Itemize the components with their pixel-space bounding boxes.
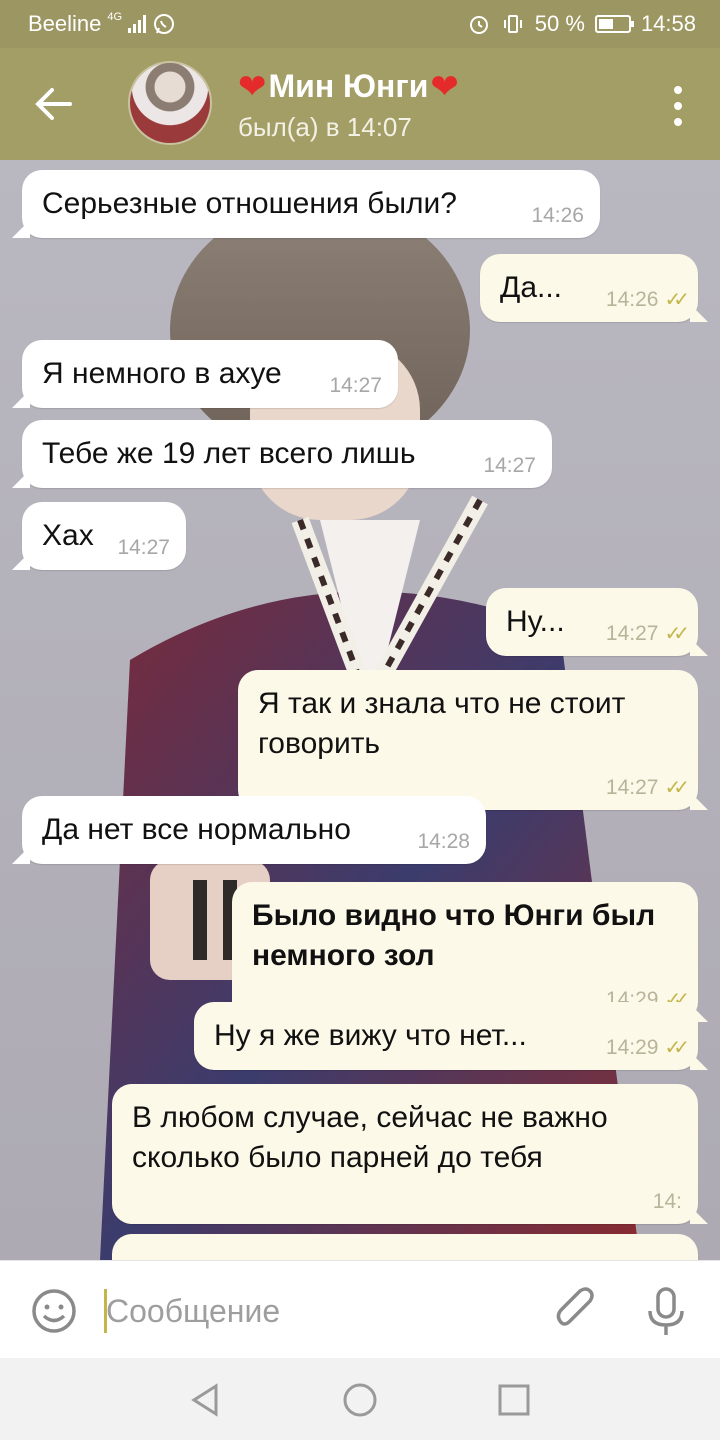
message-text: Хах bbox=[42, 519, 94, 552]
message-time: 14:27 bbox=[329, 374, 382, 397]
outgoing-message-partial[interactable] bbox=[112, 1234, 698, 1260]
message-composer bbox=[0, 1260, 720, 1358]
message-time: 14:27 bbox=[117, 536, 170, 559]
paperclip-icon[interactable] bbox=[552, 1285, 600, 1337]
more-vert-icon[interactable] bbox=[672, 86, 684, 126]
whatsapp-icon bbox=[154, 14, 175, 34]
outgoing-message[interactable]: Было видно что Юнги был немного зол 14:29… bbox=[232, 882, 708, 1022]
message-text: Тебе же 19 лет всего лишь bbox=[42, 437, 416, 470]
incoming-message[interactable]: Хах 14:27 bbox=[12, 502, 186, 570]
network-type: 4G bbox=[107, 11, 123, 23]
vibrate-icon bbox=[503, 15, 522, 33]
message-meta: 14:27 bbox=[483, 454, 536, 478]
message-meta: 14:26 ✓✓ bbox=[605, 288, 690, 312]
alarm-icon bbox=[469, 16, 488, 34]
battery-percent: 50 % bbox=[534, 11, 585, 36]
message-text: Серьезные отношения были? bbox=[42, 187, 457, 220]
heart-icon: ❤ bbox=[238, 67, 267, 106]
message-time: 14:27 bbox=[605, 622, 659, 645]
carrier-name: Beeline bbox=[28, 11, 102, 36]
message-meta: 14:28 bbox=[417, 830, 470, 854]
outgoing-message[interactable]: В любом случае, сейчас не важно сколько … bbox=[112, 1084, 708, 1224]
message-text: Да нет все нормально bbox=[42, 813, 351, 846]
signal-icon bbox=[128, 15, 147, 33]
message-meta: 14:29 ✓✓ bbox=[605, 1036, 690, 1060]
double-check-icon: ✓✓ bbox=[664, 1037, 689, 1059]
message-meta: 14:27 bbox=[117, 536, 170, 560]
contact-name-text: Мин Юнги bbox=[268, 68, 429, 104]
heart-icon: ❤ bbox=[430, 67, 459, 106]
incoming-message[interactable]: Я немного в ахуе 14:27 bbox=[12, 340, 398, 408]
message-time: 14:26 bbox=[531, 204, 584, 227]
message-time: 14:27 bbox=[483, 454, 536, 477]
smiley-icon[interactable] bbox=[30, 1287, 78, 1335]
incoming-message[interactable]: Тебе же 19 лет всего лишь 14:27 bbox=[12, 420, 552, 488]
incoming-message[interactable]: Серьезные отношения были? 14:26 bbox=[12, 170, 600, 238]
home-circle-icon[interactable] bbox=[340, 1380, 380, 1420]
status-bar: Beeline 4G 50 % 14:58 bbox=[0, 0, 720, 48]
microphone-icon[interactable] bbox=[646, 1285, 686, 1337]
message-text: Да... bbox=[500, 271, 563, 304]
message-time: 14: bbox=[652, 1190, 682, 1213]
outgoing-message[interactable]: Ну... 14:27 ✓✓ bbox=[486, 588, 708, 656]
avatar[interactable] bbox=[128, 61, 212, 145]
double-check-icon: ✓✓ bbox=[664, 777, 689, 799]
battery-icon bbox=[594, 15, 634, 33]
message-time: 14:27 bbox=[605, 776, 659, 799]
message-text: Ну... bbox=[506, 605, 565, 638]
message-text: В любом случае, сейчас не важно сколько … bbox=[132, 1101, 608, 1174]
clock: 14:58 bbox=[640, 11, 696, 36]
message-time: 14:28 bbox=[417, 830, 470, 853]
message-meta: 14:27 ✓✓ bbox=[605, 776, 690, 800]
message-time: 14:26 bbox=[605, 288, 659, 311]
double-check-icon: ✓✓ bbox=[664, 289, 689, 311]
message-text: Я немного в ахуе bbox=[42, 357, 282, 390]
chat-header: ❤ Мин Юнги ❤ был(а) в 14:07 bbox=[0, 48, 720, 160]
arrow-left-icon[interactable] bbox=[30, 82, 78, 126]
contact-name[interactable]: ❤ Мин Юнги ❤ bbox=[238, 68, 459, 105]
recents-square-icon[interactable] bbox=[494, 1380, 534, 1420]
system-nav-bar bbox=[0, 1358, 720, 1440]
message-meta: 14:26 bbox=[531, 204, 584, 228]
message-meta: 14:27 ✓✓ bbox=[605, 622, 690, 646]
message-text: Ну я же вижу что нет... bbox=[214, 1019, 527, 1052]
incoming-message[interactable]: Да нет все нормально 14:28 bbox=[12, 796, 486, 864]
message-meta: 14:27 bbox=[329, 374, 382, 398]
last-seen: был(а) в 14:07 bbox=[238, 112, 412, 142]
outgoing-message[interactable]: Я так и знала что не стоит говорить 14:27… bbox=[238, 670, 708, 810]
back-triangle-icon[interactable] bbox=[186, 1380, 226, 1420]
message-time: 14:29 bbox=[605, 1036, 659, 1059]
message-input[interactable] bbox=[106, 1283, 526, 1339]
message-text: Я так и знала что не стоит говорить bbox=[258, 687, 626, 760]
outgoing-message[interactable]: Ну я же вижу что нет... 14:29 ✓✓ bbox=[194, 1002, 708, 1070]
outgoing-message[interactable]: Да... 14:26 ✓✓ bbox=[480, 254, 708, 322]
message-text: Было видно что Юнги был немного зол bbox=[252, 899, 656, 972]
message-list[interactable]: Серьезные отношения были? 14:26 Да... 14:26… bbox=[0, 160, 720, 1260]
double-check-icon: ✓✓ bbox=[664, 623, 689, 645]
message-meta: 14: bbox=[653, 1190, 682, 1214]
